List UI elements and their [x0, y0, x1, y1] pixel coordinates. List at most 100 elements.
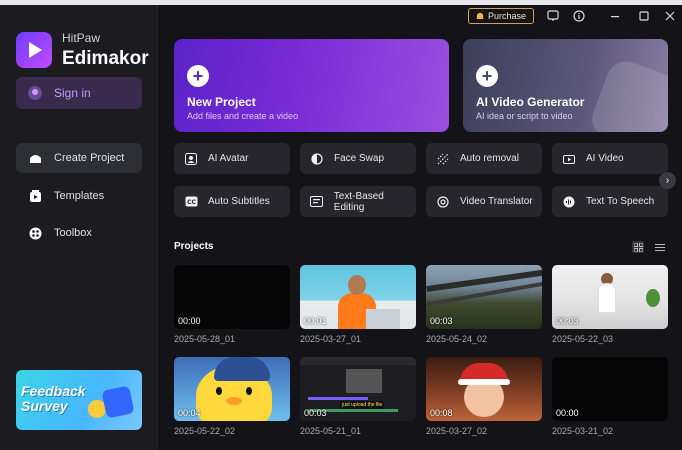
ai-video-generator-card[interactable]: + AI Video Generator AI idea or script t…	[463, 39, 668, 132]
plus-icon: +	[476, 65, 498, 87]
new-project-title: New Project	[187, 95, 256, 109]
ai-video-icon	[562, 152, 576, 166]
project-duration: 00:00	[556, 408, 579, 418]
text-edit-icon	[310, 195, 324, 209]
tool-label: Text-Based Editing	[333, 190, 384, 213]
maximize-icon[interactable]	[636, 8, 652, 24]
project-duration: 00:01	[304, 316, 327, 326]
tool-label: Auto Subtitles	[208, 196, 270, 207]
feedback-survey-label: Feedback Survey	[21, 383, 86, 414]
timeline-track-image	[308, 397, 368, 400]
tool-label: Face Swap	[334, 153, 385, 164]
tool-ai-avatar[interactable]: AI Avatar	[174, 143, 290, 174]
editor-preview-image	[346, 369, 382, 393]
editor-toolbar-image	[300, 357, 416, 365]
project-name: 2025-05-22_03	[552, 334, 614, 344]
app-name: Edimakor	[62, 48, 149, 69]
ai-video-generator-subtitle: AI idea or script to video	[476, 111, 573, 121]
sidebar-item-create-project[interactable]: Create Project	[16, 143, 142, 173]
person-head-image	[348, 275, 366, 295]
feedback-icon[interactable]	[545, 8, 561, 24]
person-image	[598, 283, 616, 313]
sign-in-button[interactable]: Sign in	[16, 77, 142, 109]
editor-caption: just upload the file	[340, 401, 385, 409]
tool-ai-video[interactable]: AI Video	[552, 143, 668, 174]
sidebar-item-templates[interactable]: Templates	[16, 181, 142, 211]
hat-image	[214, 357, 270, 381]
project-name: 2025-05-28_01	[174, 334, 236, 344]
templates-icon	[28, 189, 42, 203]
ai-decoration-icon	[586, 55, 668, 132]
info-icon[interactable]	[571, 8, 587, 24]
sidebar-item-toolbox[interactable]: Toolbox	[16, 218, 142, 248]
tool-video-translator[interactable]: Video Translator	[426, 186, 542, 217]
tool-label: AI Avatar	[208, 153, 249, 164]
list-view-icon[interactable]	[654, 241, 666, 253]
project-name: 2025-05-22_02	[174, 426, 236, 436]
new-project-card[interactable]: + New Project Add files and create a vid…	[174, 39, 449, 132]
projects-title: Projects	[174, 241, 214, 252]
cart-icon: ☗	[475, 10, 485, 21]
project-thumbnail[interactable]: 00:08	[426, 357, 542, 421]
minimize-icon[interactable]	[607, 8, 623, 24]
project-name: 2025-03-21_02	[552, 426, 614, 436]
plant-image	[646, 289, 660, 307]
project-thumbnail[interactable]: 00:00	[552, 357, 668, 421]
app-logo: HitPaw Edimakor	[16, 32, 149, 68]
tool-auto-subtitles[interactable]: CC Auto Subtitles	[174, 186, 290, 217]
tool-label: AI Video	[586, 153, 624, 164]
scroll-right-button[interactable]: ›	[659, 172, 676, 189]
tool-label: Video Translator	[460, 196, 533, 207]
auto-removal-icon	[436, 152, 450, 166]
tts-icon	[562, 195, 576, 209]
brand-name: HitPaw	[62, 31, 101, 45]
eye-image	[216, 387, 222, 395]
project-thumbnail[interactable]: 00:03	[552, 265, 668, 329]
user-icon	[28, 86, 42, 100]
project-duration: 00:03	[556, 316, 579, 326]
tool-text-based-editing[interactable]: Text-Based Editing	[300, 186, 416, 217]
tool-auto-removal[interactable]: Auto removal	[426, 143, 542, 174]
grid-view-icon[interactable]	[632, 241, 644, 253]
project-thumbnail[interactable]: 00:01	[300, 265, 416, 329]
avatar-icon	[184, 152, 198, 166]
project-thumbnail[interactable]: 00:00	[174, 265, 290, 329]
eye-image	[246, 387, 252, 395]
svg-text:CC: CC	[187, 199, 196, 206]
project-thumbnail[interactable]: just upload the file 00:03	[300, 357, 416, 421]
sidebar-item-label: Toolbox	[54, 227, 92, 239]
feedback-survey-banner[interactable]: Feedback Survey	[16, 370, 142, 430]
project-duration: 00:03	[304, 408, 327, 418]
tool-label: Auto removal	[460, 153, 519, 164]
project-name: 2025-05-24_02	[426, 334, 488, 344]
tool-face-swap[interactable]: Face Swap	[300, 143, 416, 174]
purchase-label: Purchase	[488, 11, 527, 21]
create-project-icon	[28, 151, 42, 165]
chevron-right-icon: ›	[665, 175, 670, 186]
project-duration: 00:00	[178, 316, 201, 326]
paper-plane-icon	[101, 385, 135, 419]
laptop-image	[366, 309, 400, 329]
sidebar-item-label: Templates	[54, 190, 105, 202]
toolbox-icon	[28, 226, 42, 240]
close-icon[interactable]	[662, 8, 678, 24]
plus-icon: +	[187, 65, 209, 87]
sign-in-label: Sign in	[54, 86, 91, 100]
face-swap-icon	[310, 152, 324, 166]
project-duration: 00:03	[430, 316, 453, 326]
tool-text-to-speech[interactable]: Text To Speech	[552, 186, 668, 217]
translator-icon	[436, 195, 450, 209]
santa-hat-brim-image	[458, 379, 510, 385]
sidebar-item-label: Create Project	[54, 152, 125, 164]
project-thumbnail[interactable]: 00:03	[426, 265, 542, 329]
edimakor-logo-icon	[16, 32, 52, 68]
ai-video-generator-title: AI Video Generator	[476, 95, 585, 109]
project-name: 2025-05-21_01	[300, 426, 362, 436]
project-duration: 00:04	[178, 408, 201, 418]
purchase-button[interactable]: ☗ Purchase	[468, 8, 534, 24]
project-name: 2025-03-27_02	[426, 426, 488, 436]
project-duration: 00:08	[430, 408, 453, 418]
beak-image	[226, 397, 242, 405]
project-thumbnail[interactable]: 00:04	[174, 357, 290, 421]
project-name: 2025-03-27_01	[300, 334, 362, 344]
